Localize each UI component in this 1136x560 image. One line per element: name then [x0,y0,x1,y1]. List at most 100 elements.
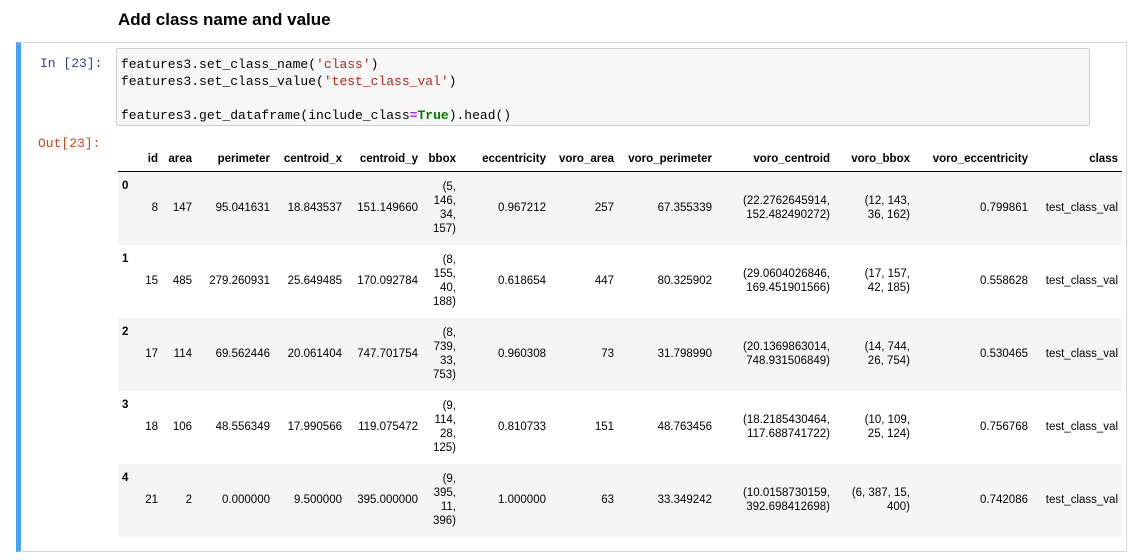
cell-voro-centroid: (18.2185430464, 117.688741722) [716,391,834,464]
output-area: id area perimeter centroid_x centroid_y bbox e… [118,147,1122,537]
cell-voro-bbox: (17, 157, 42, 185) [834,245,914,318]
code-text: features3.set_class_name( [121,57,317,72]
cell-centroid-y: 119.075472 [346,391,422,464]
cell-value: 485 [172,275,192,287]
cell-voro-bbox: (12, 143, 36, 162) [834,172,914,245]
cell-perimeter: 279.260931 [196,245,274,318]
cell-voro-area: 63 [550,464,618,537]
cell-value: test_class_val [1045,202,1118,215]
cell-bbox: (5, 146, 34, 157) [422,172,460,245]
cell-eccentricity: 0.810733 [460,391,550,464]
cell-id: 8 [140,172,162,245]
cell-value: 2 [185,494,192,506]
cell-eccentricity: 1.000000 [460,464,550,537]
column-header-centroid-y: centroid_y [346,147,422,172]
cell-value: 63 [601,494,614,506]
cell-value: 20.061404 [287,348,342,360]
cell-value: 0.960308 [498,348,546,360]
table-row: 3 18 106 48.556349 17.990566 119.075472 (9, 11… [118,391,1122,464]
cell-value: test_class_val [1045,275,1118,287]
cell-value: (10, 109, 25, 124) [864,414,910,440]
cell-class: test_class_val [1032,318,1122,391]
cell-value: 151.149660 [357,202,418,215]
notebook-code-cell[interactable]: In [23]: features3.set_class_name('class… [16,42,1127,552]
cell-value: 95.041631 [215,202,270,215]
cell-voro-eccentricity: 0.799861 [914,172,1032,245]
header-row: id area perimeter centroid_x centroid_y bbox e… [118,147,1122,172]
column-header-voro-centroid: voro_centroid [716,147,834,172]
cell-value: 147 [172,202,192,215]
cell-bbox: (8, 739, 33, 753) [422,318,460,391]
cell-value: 31.798990 [657,348,712,360]
cell-centroid-x: 20.061404 [274,318,346,391]
code-text: ) [448,74,457,89]
input-prompt: In [23]: [40,56,103,71]
cell-voro-perimeter: 67.355339 [618,172,716,245]
row-index: 2 [122,325,129,338]
cell-eccentricity: 0.960308 [460,318,550,391]
cell-value: 0.756768 [980,421,1028,433]
code-editor[interactable]: features3.set_class_name('class') featur… [116,48,1090,126]
cell-value: test_class_val [1045,421,1118,433]
cell-centroid-y: 395.000000 [346,464,422,537]
cell-value: 80.325902 [657,275,712,287]
code-text: ) [370,57,379,72]
column-header-voro-bbox: voro_bbox [834,147,914,172]
table-header: id area perimeter centroid_x centroid_y bbox e… [118,147,1122,172]
cell-voro-area: 257 [550,172,618,245]
cell-value: 25.649485 [287,275,342,287]
cell-voro-bbox: (6, 387, 15, 400) [834,464,914,537]
cell-value: 106 [172,421,192,433]
cell-voro-eccentricity: 0.756768 [914,391,1032,464]
cell-value: 447 [594,275,614,287]
cell-voro-centroid: (29.0604026846, 169.451901566) [716,245,834,318]
cell-value: 0.618654 [498,275,546,287]
cell-value: 9.500000 [294,494,342,506]
cell-area: 147 [162,172,196,245]
column-header-bbox: bbox [422,147,460,172]
table-row: 4 21 2 0.000000 9.500000 395.000000 (9, 395, 1… [118,463,1122,537]
cell-area: 485 [162,245,196,318]
row-index: 3 [122,398,129,411]
cell-value: 170.092784 [357,275,418,287]
cell-centroid-y: 170.092784 [346,245,422,318]
column-header-eccentricity: eccentricity [460,147,550,172]
cell-value: 0.530465 [980,348,1028,360]
cell-bbox: (9, 395, 11, 396) [422,464,460,537]
cell-value: 0.799861 [980,202,1028,215]
cell-voro-eccentricity: 0.558628 [914,245,1032,318]
cell-area: 114 [162,318,196,391]
cell-value: 0.967212 [498,202,546,215]
cell-centroid-x: 25.649485 [274,245,346,318]
cell-value: 48.556349 [215,421,270,433]
cell-value: (20.1369863014, 748.931506849) [743,341,830,367]
cell-value: 17 [145,348,158,360]
cell-class: test_class_val [1032,391,1122,464]
cell-id: 17 [140,318,162,391]
cell-perimeter: 48.556349 [196,391,274,464]
cell-perimeter: 0.000000 [196,464,274,537]
cell-value: 395.000000 [357,494,418,506]
row-index: 0 [122,180,129,192]
cell-area: 2 [162,464,196,537]
cell-value: test_class_val [1045,494,1118,506]
code-text: features3.get_dataframe(include_class [121,108,410,123]
column-header-voro-eccentricity: voro_eccentricity [914,147,1032,172]
cell-value: 0.000000 [222,494,270,506]
cell-centroid-x: 9.500000 [274,464,346,537]
cell-value: 33.349242 [657,494,712,506]
cell-voro-perimeter: 48.763456 [618,391,716,464]
code-line-1: features3.set_class_name('class') [121,56,1089,73]
cell-value: 0.742086 [980,494,1028,506]
code-text: features3.set_class_value( [121,74,324,89]
cell-bbox: (9, 114, 28, 125) [422,391,460,464]
table-row: 1 15 485 279.260931 25.649485 170.092784 (8, 1… [118,245,1122,318]
cell-value: 151 [594,421,614,433]
cell-value: (5, 146, 34, 157) [432,181,456,236]
index-header [118,147,140,172]
cell-value: 67.355339 [657,202,712,215]
cell-voro-centroid: (20.1369863014, 748.931506849) [716,318,834,391]
cell-centroid-y: 151.149660 [346,172,422,245]
cell-area: 106 [162,391,196,464]
